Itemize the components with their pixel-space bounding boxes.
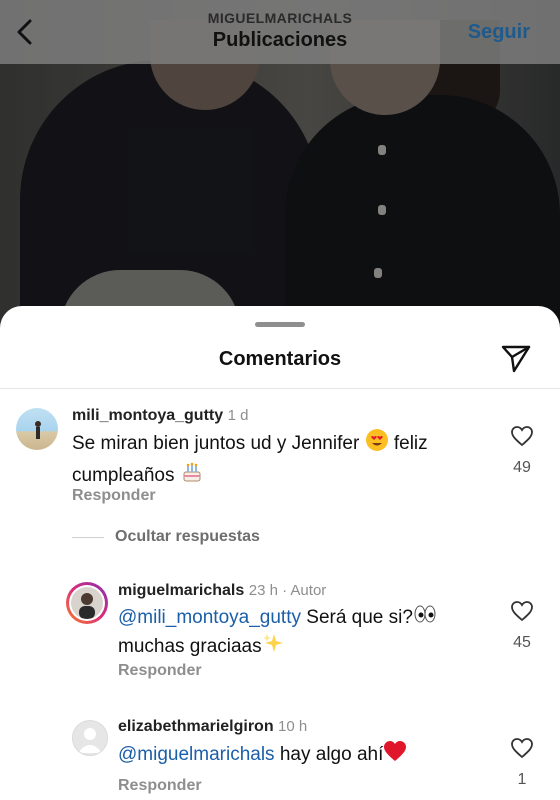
like-heart-icon[interactable] bbox=[510, 600, 534, 622]
mention-link[interactable]: @miguelmarichals bbox=[118, 744, 275, 765]
avatar-person-icon bbox=[79, 593, 95, 619]
follow-button[interactable]: Seguir bbox=[468, 21, 530, 44]
divider bbox=[0, 388, 560, 389]
comment-text-part: cumpleaños bbox=[72, 465, 175, 487]
red-heart-emoji-icon bbox=[383, 740, 407, 770]
eyes-emoji-icon bbox=[413, 604, 437, 632]
reply-meta: 23 h · Autor bbox=[248, 582, 327, 599]
comment-text: Se miran bien juntos ud y Jennifer feliz… bbox=[72, 428, 472, 492]
reply-button[interactable]: Responder bbox=[72, 487, 156, 505]
comment-username-text[interactable]: mili_montoya_gutty bbox=[72, 407, 223, 424]
send-icon[interactable] bbox=[500, 342, 532, 374]
reply-username[interactable]: miguelmarichals 23 h · Autor bbox=[118, 582, 326, 600]
reply-text-part: Será que si? bbox=[306, 607, 413, 629]
comment-text-part: feliz bbox=[393, 433, 428, 455]
reply-text: @mili_montoya_gutty Será que si? muchas … bbox=[118, 604, 498, 662]
reply-username-text[interactable]: elizabethmarielgiron bbox=[118, 718, 274, 735]
avatar[interactable] bbox=[16, 408, 58, 450]
hide-replies-button[interactable]: Ocultar respuestas bbox=[115, 528, 260, 546]
comment-username[interactable]: mili_montoya_gutty 1 d bbox=[72, 407, 248, 425]
reply-text-part: hay algo ahí bbox=[279, 744, 384, 766]
like-heart-icon[interactable] bbox=[510, 425, 534, 447]
reply-username[interactable]: elizabethmarielgiron 10 h bbox=[118, 718, 307, 736]
comment-text-part: Se miran bien juntos ud y Jennifer bbox=[72, 433, 360, 455]
like-count: 49 bbox=[513, 459, 531, 476]
default-avatar-icon bbox=[78, 728, 102, 753]
heart-eyes-emoji-icon bbox=[365, 428, 389, 460]
like-count: 1 bbox=[517, 771, 527, 788]
avatar-figure-icon bbox=[35, 421, 41, 439]
reply-username-text[interactable]: miguelmarichals bbox=[118, 582, 244, 599]
like-heart-icon[interactable] bbox=[510, 737, 534, 759]
sheet-title: Comentarios bbox=[218, 348, 342, 370]
drag-handle[interactable] bbox=[255, 322, 305, 327]
reply-text: @miguelmarichals hay algo ahí bbox=[118, 740, 498, 770]
avatar bbox=[71, 587, 103, 619]
avatar-story-ring[interactable] bbox=[66, 582, 108, 624]
mention-link[interactable]: @mili_montoya_gutty bbox=[118, 607, 301, 628]
sparkles-emoji-icon bbox=[262, 632, 284, 662]
reply-button[interactable]: Responder bbox=[118, 777, 202, 795]
reply-button[interactable]: Responder bbox=[118, 662, 202, 680]
comment-time: 1 d bbox=[227, 407, 249, 424]
like-count: 45 bbox=[513, 634, 531, 651]
top-bar: MIGUELMARICHALS Publicaciones Seguir bbox=[0, 0, 560, 64]
reply-text-part: muchas graciaas bbox=[118, 636, 262, 658]
avatar[interactable] bbox=[72, 720, 108, 756]
reply-meta: 10 h bbox=[278, 718, 308, 735]
replies-divider bbox=[72, 537, 104, 538]
birthday-cake-emoji-icon bbox=[180, 460, 204, 492]
